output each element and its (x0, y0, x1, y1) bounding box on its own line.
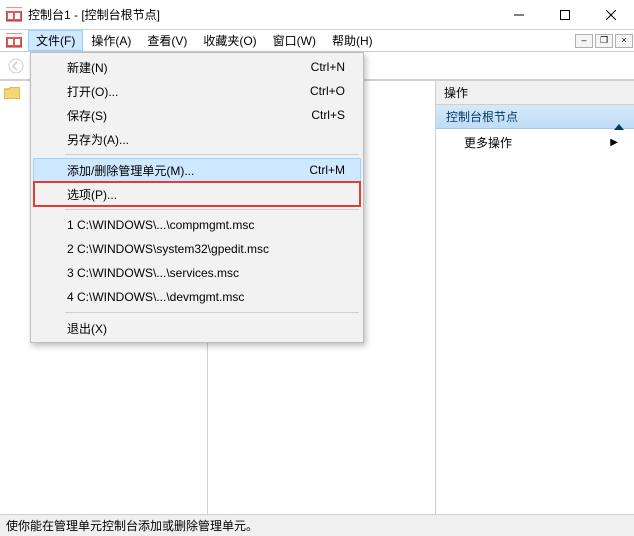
mdi-minimize-button[interactable]: ‒ (575, 34, 593, 48)
title-bar: 控制台1 - [控制台根节点] (0, 0, 634, 30)
window-controls (496, 0, 634, 29)
actions-header: 操作 (436, 81, 634, 105)
menu-item-open[interactable]: 打开(O)... Ctrl+O (33, 79, 361, 103)
mdi-controls: ‒ ❐ × (574, 30, 634, 51)
menu-help[interactable]: 帮助(H) (324, 30, 381, 51)
menu-file[interactable]: 文件(F) (28, 30, 83, 51)
menu-item-label: 退出(X) (67, 320, 107, 337)
menu-item-label: 另存为(A)... (67, 131, 129, 148)
folder-icon (4, 87, 20, 99)
menu-item-options[interactable]: 选项(P)... (33, 182, 361, 206)
menu-item-shortcut: Ctrl+S (311, 108, 345, 122)
mdi-close-button[interactable]: × (615, 34, 633, 48)
menu-item-label: 打开(O)... (67, 83, 118, 100)
submenu-arrow-icon: ▶ (610, 137, 618, 148)
actions-section-label: 控制台根节点 (446, 108, 518, 125)
menu-item-label: 新建(N) (67, 59, 108, 76)
menu-bar: 文件(F) 操作(A) 查看(V) 收藏夹(O) 窗口(W) 帮助(H) ‒ ❐… (0, 30, 634, 52)
menu-item-label: 选项(P)... (67, 186, 117, 203)
menu-item-label: 3 C:\WINDOWS\...\services.msc (67, 266, 239, 280)
menu-item-recent-1[interactable]: 1 C:\WINDOWS\...\compmgmt.msc (33, 213, 361, 237)
actions-section-root[interactable]: 控制台根节点 (436, 105, 634, 129)
actions-pane: 操作 控制台根节点 更多操作 ▶ (436, 81, 634, 514)
menu-item-label: 添加/删除管理单元(M)... (67, 162, 194, 179)
menu-item-recent-2[interactable]: 2 C:\WINDOWS\system32\gpedit.msc (33, 237, 361, 261)
menu-item-shortcut: Ctrl+N (311, 60, 345, 74)
collapse-icon (614, 110, 624, 124)
menu-separator (65, 154, 359, 155)
menu-item-label: 1 C:\WINDOWS\...\compmgmt.msc (67, 218, 254, 232)
menu-item-add-remove-snapin[interactable]: 添加/删除管理单元(M)... Ctrl+M (33, 158, 361, 182)
status-text: 使你能在管理单元控制台添加或删除管理单元。 (6, 517, 258, 534)
menu-item-exit[interactable]: 退出(X) (33, 316, 361, 340)
menu-item-recent-4[interactable]: 4 C:\WINDOWS\...\devmgmt.msc (33, 285, 361, 309)
app-icon (6, 7, 22, 23)
menu-item-save-as[interactable]: 另存为(A)... (33, 127, 361, 151)
back-button[interactable] (4, 54, 28, 78)
menu-item-shortcut: Ctrl+M (309, 163, 345, 177)
menu-item-label: 保存(S) (67, 107, 107, 124)
menu-item-label: 4 C:\WINDOWS\...\devmgmt.msc (67, 290, 244, 304)
actions-more-label: 更多操作 (464, 134, 512, 151)
menu-item-new[interactable]: 新建(N) Ctrl+N (33, 55, 361, 79)
menu-favorites[interactable]: 收藏夹(O) (195, 30, 264, 51)
status-bar: 使你能在管理单元控制台添加或删除管理单元。 (0, 514, 634, 536)
menu-window[interactable]: 窗口(W) (265, 30, 324, 51)
menu-separator (65, 312, 359, 313)
maximize-button[interactable] (542, 0, 588, 29)
menu-view[interactable]: 查看(V) (139, 30, 195, 51)
file-menu-dropdown: 新建(N) Ctrl+N 打开(O)... Ctrl+O 保存(S) Ctrl+… (30, 52, 364, 343)
menu-item-save[interactable]: 保存(S) Ctrl+S (33, 103, 361, 127)
menu-separator (65, 209, 359, 210)
mdi-icon[interactable] (6, 33, 22, 48)
menu-item-recent-3[interactable]: 3 C:\WINDOWS\...\services.msc (33, 261, 361, 285)
mdi-restore-button[interactable]: ❐ (595, 34, 613, 48)
close-button[interactable] (588, 0, 634, 29)
menu-item-shortcut: Ctrl+O (310, 84, 345, 98)
minimize-button[interactable] (496, 0, 542, 29)
window-title: 控制台1 - [控制台根节点] (28, 6, 496, 23)
menu-action[interactable]: 操作(A) (83, 30, 139, 51)
actions-more[interactable]: 更多操作 ▶ (436, 129, 634, 155)
menu-item-label: 2 C:\WINDOWS\system32\gpedit.msc (67, 242, 269, 256)
